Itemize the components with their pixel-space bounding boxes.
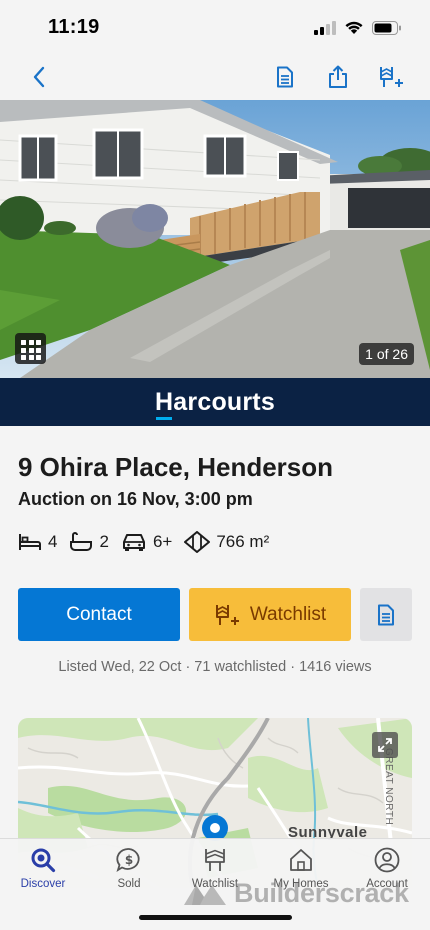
bedrooms-count: 4 [48, 532, 58, 551]
nav-bar [0, 54, 430, 100]
watchlist-add-icon [215, 604, 239, 625]
document-icon [378, 604, 394, 625]
agency-logo-underline [156, 416, 173, 420]
agency-name: Harcourts [155, 387, 275, 416]
dollar-bubble-icon: $ [116, 848, 140, 873]
chevron-left-icon [33, 66, 45, 88]
map-road-label: GREAT NORTH [383, 748, 394, 826]
watchlist-icon [205, 849, 225, 871]
land-area-value: 766 m² [216, 532, 270, 551]
tab-discover[interactable]: Discover [0, 847, 86, 890]
notes-button[interactable] [270, 62, 300, 92]
watchlist-add-icon [380, 67, 403, 87]
watchlist-button-label: Watchlist [249, 603, 327, 625]
battery-icon [372, 20, 401, 35]
bath-icon [70, 532, 93, 551]
listing-meta: Listed Wed, 22 Oct · 71 watchlisted · 14… [58, 659, 372, 675]
bed-icon [19, 534, 41, 550]
land-area-icon [184, 531, 211, 553]
notes-doc-button[interactable] [360, 588, 412, 641]
status-icons [314, 20, 402, 35]
bathrooms-feature: 2 [69, 532, 109, 552]
bathrooms-count: 2 [99, 532, 109, 551]
listing-screen: 11:19 1 of 26 Harcourts 9 Ohira Place, H… [0, 0, 430, 930]
home-icon [290, 849, 312, 871]
parking-feature: 6+ [121, 532, 172, 552]
signal-icon [314, 20, 336, 35]
agency-banner[interactable]: Harcourts [0, 378, 430, 426]
parking-count: 6+ [152, 532, 173, 551]
agency-logo: Harcourts [155, 387, 275, 420]
bedrooms-feature: 4 [18, 532, 57, 552]
wifi-icon [345, 21, 363, 34]
status-time: 11:19 [48, 16, 100, 38]
status-bar: 11:19 [0, 0, 430, 54]
photo-grid-button[interactable] [15, 333, 46, 364]
land-area-feature: 766 m² [184, 531, 269, 553]
add-to-watchlist-button[interactable] [376, 62, 406, 92]
document-icon [277, 66, 293, 88]
search-icon [31, 848, 56, 873]
builderscrack-watermark: Builderscrack [182, 878, 409, 909]
map-expand-button[interactable] [372, 732, 398, 758]
home-indicator [139, 915, 292, 920]
watchlist-button[interactable]: Watchlist [189, 588, 351, 641]
share-icon [329, 65, 347, 88]
expand-icon [378, 738, 392, 752]
photo-counter: 1 of 26 [359, 343, 414, 365]
tab-discover-label: Discover [20, 878, 66, 890]
property-features: 4 2 6+ 766 m² [18, 529, 281, 555]
auction-info: Auction on 16 Nov, 3:00 pm [18, 489, 253, 509]
property-photo[interactable]: 1 of 26 [0, 100, 430, 378]
builderscrack-logo-icon [184, 884, 226, 905]
tab-sold-label: Sold [117, 878, 141, 890]
tab-sold[interactable]: $ Sold [86, 847, 172, 890]
back-button[interactable] [24, 62, 54, 92]
account-icon [374, 847, 400, 873]
car-icon [122, 534, 145, 551]
contact-button[interactable]: Contact [18, 588, 180, 641]
house-photo-image [0, 100, 430, 378]
property-address: 9 Ohira Place, Henderson [18, 452, 334, 482]
watermark-text: Builderscrack [234, 878, 409, 908]
svg-text:$: $ [125, 853, 133, 867]
share-button[interactable] [323, 62, 353, 92]
